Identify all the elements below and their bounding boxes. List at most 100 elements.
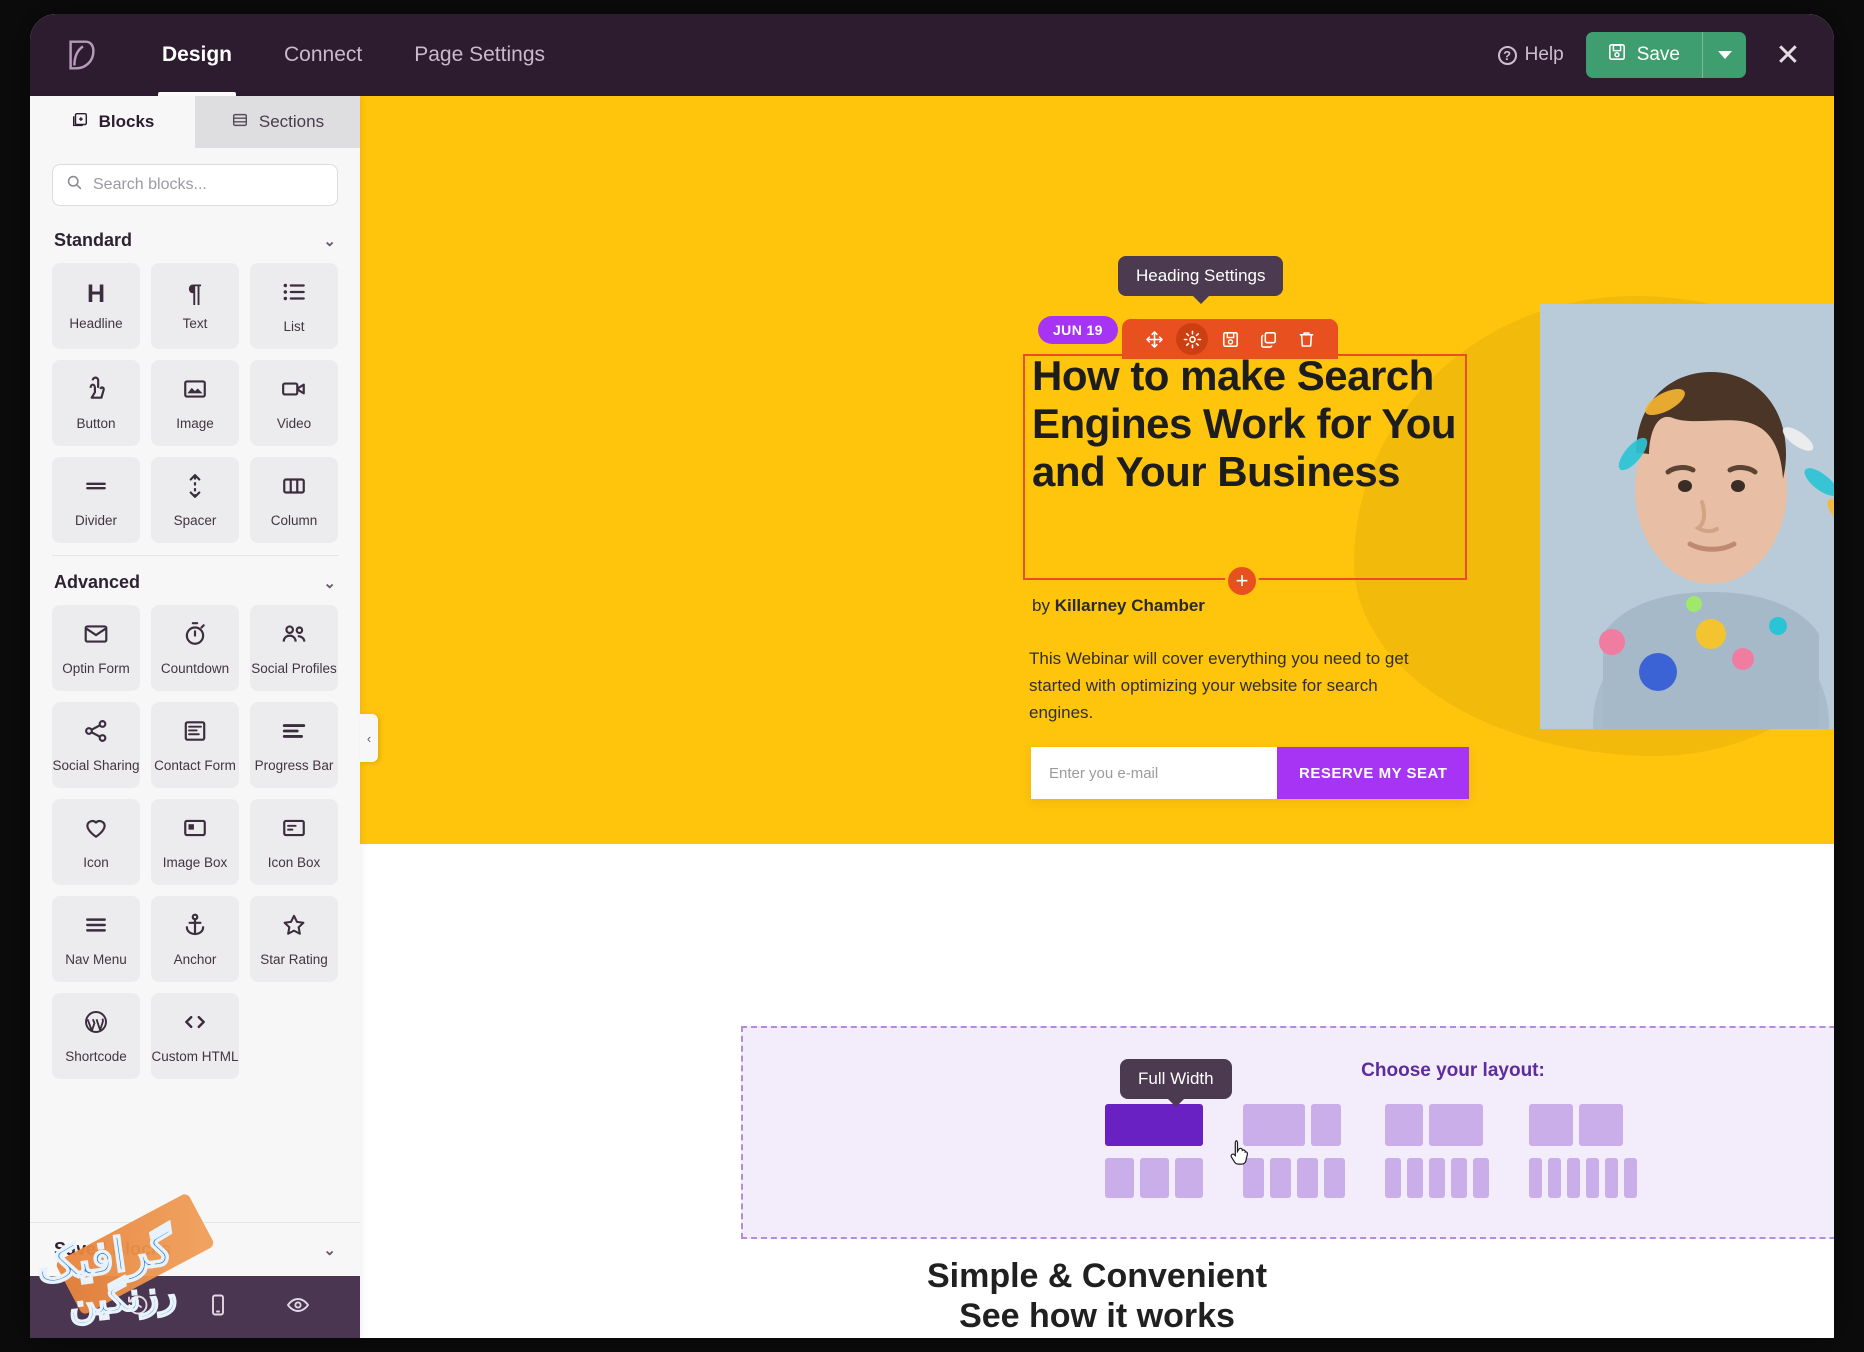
block-shortcode[interactable]: Shortcode bbox=[52, 993, 140, 1079]
save-dropdown-toggle[interactable] bbox=[1702, 32, 1746, 78]
sidebar-collapse-handle[interactable]: ‹ bbox=[360, 714, 378, 762]
list-icon bbox=[281, 279, 307, 310]
block-label: Spacer bbox=[173, 512, 217, 528]
block-custom-html[interactable]: Custom HTML bbox=[151, 993, 239, 1079]
block-list[interactable]: List bbox=[250, 263, 338, 349]
trash-icon[interactable] bbox=[1290, 323, 1322, 355]
layout-option-two-col-asym-2[interactable] bbox=[1385, 1104, 1489, 1146]
image-box-icon bbox=[182, 815, 208, 846]
block-divider[interactable]: Divider bbox=[52, 457, 140, 543]
layout-option-three-col[interactable] bbox=[1105, 1158, 1203, 1198]
tab-design[interactable]: Design bbox=[136, 14, 258, 96]
help-label: Help bbox=[1524, 44, 1564, 65]
block-label: Icon Box bbox=[267, 854, 321, 870]
layout-option-four-col[interactable] bbox=[1243, 1158, 1345, 1198]
blocks-icon bbox=[71, 111, 89, 134]
block-label: Social Profiles bbox=[251, 660, 337, 676]
plus-circle-icon[interactable]: + bbox=[1225, 564, 1259, 598]
block-icon-box[interactable]: Icon Box bbox=[250, 799, 338, 885]
sidebar-tab-sections[interactable]: Sections bbox=[195, 96, 360, 148]
layout-option-two-col-asym[interactable] bbox=[1243, 1104, 1345, 1146]
chevron-down-icon: ⌄ bbox=[323, 232, 336, 250]
save-label: Save bbox=[1636, 44, 1680, 65]
block-anchor[interactable]: Anchor bbox=[151, 896, 239, 982]
button-click-icon bbox=[83, 376, 109, 407]
gear-icon[interactable] bbox=[1176, 323, 1208, 355]
byline-prefix: by bbox=[1032, 596, 1055, 615]
block-star-rating[interactable]: Star Rating bbox=[250, 896, 338, 982]
floppy-disk-icon bbox=[1608, 43, 1626, 67]
layout-option-full-width[interactable] bbox=[1105, 1104, 1203, 1146]
mobile-preview-icon[interactable] bbox=[206, 1293, 230, 1322]
save-block-icon[interactable] bbox=[1214, 323, 1246, 355]
search-box[interactable] bbox=[52, 164, 338, 206]
eye-preview-icon[interactable] bbox=[286, 1293, 310, 1322]
sections-icon bbox=[231, 111, 249, 134]
search-area bbox=[30, 148, 360, 214]
block-label: Custom HTML bbox=[151, 1048, 239, 1064]
block-contact-form[interactable]: Contact Form bbox=[151, 702, 239, 788]
layout-cell bbox=[1451, 1158, 1467, 1198]
block-optin-form[interactable]: Optin Form bbox=[52, 605, 140, 691]
layout-cell bbox=[1140, 1158, 1169, 1198]
date-badge: JUN 19 bbox=[1038, 316, 1118, 344]
block-social-profiles[interactable]: Social Profiles bbox=[250, 605, 338, 691]
page-headline[interactable]: How to make Search Engines Work for You … bbox=[1032, 352, 1462, 496]
help-link[interactable]: ? Help bbox=[1497, 44, 1564, 66]
people-icon bbox=[281, 621, 307, 652]
tab-page-settings[interactable]: Page Settings bbox=[388, 14, 571, 96]
block-label: Countdown bbox=[160, 660, 230, 676]
email-field[interactable] bbox=[1031, 747, 1277, 799]
block-video[interactable]: Video bbox=[250, 360, 338, 446]
group-header-standard[interactable]: Standard ⌄ bbox=[52, 214, 338, 263]
blocks-scroll-area[interactable]: Standard ⌄ H Headline ¶ Text List Button… bbox=[30, 214, 360, 1222]
block-countdown[interactable]: Countdown bbox=[151, 605, 239, 691]
block-text[interactable]: ¶ Text bbox=[151, 263, 239, 349]
chooser-title: Choose your layout: bbox=[1361, 1060, 1545, 1081]
tab-connect[interactable]: Connect bbox=[258, 14, 388, 96]
app-body: Blocks Sections Search blocks... Standar… bbox=[30, 96, 1834, 1338]
canvas[interactable]: Heading Settings JUN 19 How to make Sear… bbox=[360, 96, 1834, 1338]
standard-blocks-grid: H Headline ¶ Text List Button Image Vide… bbox=[52, 263, 338, 543]
close-icon[interactable]: ✕ bbox=[1768, 35, 1808, 75]
sidebar-bottom-toolbar bbox=[30, 1276, 360, 1338]
layout-option-six-col[interactable] bbox=[1529, 1158, 1637, 1198]
group-title-standard: Standard bbox=[54, 230, 133, 250]
block-label: Icon bbox=[83, 854, 109, 870]
block-image-box[interactable]: Image Box bbox=[151, 799, 239, 885]
block-spacer[interactable]: Spacer bbox=[151, 457, 239, 543]
duplicate-icon[interactable] bbox=[1252, 323, 1284, 355]
search-input[interactable] bbox=[93, 176, 324, 194]
block-progress-bar[interactable]: Progress Bar bbox=[250, 702, 338, 788]
move-icon[interactable] bbox=[1138, 323, 1170, 355]
layout-option-five-col[interactable] bbox=[1385, 1158, 1489, 1198]
block-label: Anchor bbox=[173, 951, 217, 967]
layout-option-two-col-equal[interactable] bbox=[1529, 1104, 1637, 1146]
layout-cell bbox=[1567, 1158, 1580, 1198]
layout-cell bbox=[1473, 1158, 1489, 1198]
progress-bar-icon bbox=[281, 718, 307, 749]
block-icon[interactable]: Icon bbox=[52, 799, 140, 885]
block-nav-menu[interactable]: Nav Menu bbox=[52, 896, 140, 982]
block-column[interactable]: Column bbox=[250, 457, 338, 543]
group-header-saved-blocks[interactable]: Saved Blocks ⌄ bbox=[30, 1223, 360, 1276]
revision-history-icon[interactable] bbox=[126, 1293, 150, 1322]
layout-cell bbox=[1324, 1158, 1345, 1198]
layout-cell bbox=[1270, 1158, 1291, 1198]
pointer-cursor-icon bbox=[1230, 1139, 1252, 1169]
hamburger-icon bbox=[83, 912, 109, 943]
block-button[interactable]: Button bbox=[52, 360, 140, 446]
block-image[interactable]: Image bbox=[151, 360, 239, 446]
group-header-advanced[interactable]: Advanced ⌄ bbox=[52, 555, 338, 605]
layout-cell bbox=[1311, 1104, 1341, 1146]
block-headline[interactable]: H Headline bbox=[52, 263, 140, 349]
code-brackets-icon bbox=[182, 1009, 208, 1040]
hero-subcopy: This Webinar will cover everything you n… bbox=[1029, 649, 1409, 722]
date-badge-label: JUN 19 bbox=[1053, 322, 1103, 338]
reserve-seat-button[interactable]: RESERVE MY SEAT bbox=[1277, 747, 1470, 799]
block-social-sharing[interactable]: Social Sharing bbox=[52, 702, 140, 788]
save-button[interactable]: Save bbox=[1585, 32, 1702, 78]
block-label: Shortcode bbox=[65, 1048, 127, 1064]
save-button-group: Save bbox=[1585, 32, 1746, 78]
sidebar-tab-blocks[interactable]: Blocks bbox=[30, 96, 195, 148]
